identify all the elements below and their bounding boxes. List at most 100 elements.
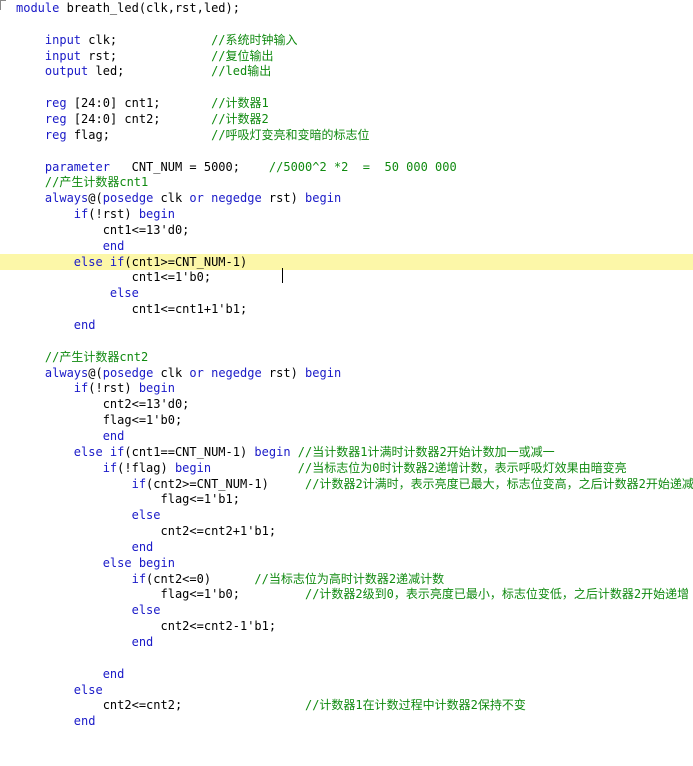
code-comment: //复位输出	[211, 48, 274, 63]
code-line[interactable]: end	[0, 238, 693, 254]
code-text: cnt2<=13'd0;	[16, 397, 190, 412]
code-line[interactable]: if(!rst) begin	[0, 380, 693, 396]
code-keyword: parameter	[44, 159, 110, 174]
code-line[interactable]: else	[0, 285, 693, 301]
code-line[interactable]: else	[0, 602, 693, 618]
code-keyword: module	[16, 1, 67, 15]
code-line[interactable]: if(cnt2>=CNT_NUM-1) //计数器2计满时，表示亮度已最大，标志…	[0, 476, 693, 492]
code-line[interactable]: cnt2<=cnt2; //计数器1在计数过程中计数器2保持不变	[0, 697, 693, 713]
code-keyword: reg	[44, 96, 67, 111]
code-comment: //计数器2	[211, 111, 269, 126]
code-line[interactable]: end	[0, 539, 693, 555]
code-line[interactable]: if(cnt2<=0) //当标志位为高时计数器2递减计数	[0, 571, 693, 587]
code-line[interactable]: else	[0, 682, 693, 698]
code-line[interactable]: end	[0, 666, 693, 682]
code-line[interactable]	[0, 79, 693, 95]
code-keyword: input	[44, 48, 82, 63]
code-text: rst)	[261, 191, 306, 206]
code-comment: //led输出	[211, 64, 272, 79]
code-line[interactable]: //产生计数器cnt2	[0, 349, 693, 365]
code-keyword: begin	[254, 444, 291, 459]
code-line[interactable]: input rst; //复位输出	[0, 48, 693, 64]
code-line[interactable]: flag<=1'b0;	[0, 412, 693, 428]
code-keyword: begin	[174, 460, 212, 475]
code-line[interactable]: end	[0, 634, 693, 650]
code-line[interactable]: cnt2<=13'd0;	[0, 396, 693, 412]
code-text: flag<=1'b0;	[16, 413, 183, 428]
code-text: clk	[153, 365, 190, 380]
code-keyword: begin	[138, 207, 175, 222]
code-text: @(	[88, 365, 103, 380]
code-text: cnt2<=cnt2-1'b1;	[16, 619, 277, 634]
code-line[interactable]: parameter CNT_NUM = 5000; //5000^2 *2 = …	[0, 159, 693, 175]
code-comment: //计数器2级到0，表示亮度已最小，标志位变低，之后计数器2开始递增	[304, 587, 690, 602]
code-keyword: if	[131, 476, 147, 491]
code-line[interactable]: if(!flag) begin //当标志位为0时计数器2递增计数，表示呼吸灯效…	[0, 460, 693, 476]
code-line[interactable]: cnt1<=13'd0;	[0, 222, 693, 238]
code-keyword: end	[102, 666, 125, 681]
code-line[interactable]: cnt1<=cnt1+1'b1;	[0, 301, 693, 317]
code-text: (!rst)	[88, 381, 139, 396]
code-line[interactable]: if(!rst) begin	[0, 206, 693, 222]
code-line[interactable]: else	[0, 507, 693, 523]
code-text: (cnt2<=0)	[146, 571, 255, 586]
code-text: cnt1<=cnt1+1'b1;	[16, 302, 248, 317]
code-keyword: if	[131, 571, 147, 586]
code-comment: //计数器2计满时，表示亮度已最大，标志位变高，之后计数器2开始递减	[305, 476, 693, 491]
code-keyword: end	[44, 318, 96, 332]
code-line[interactable]: cnt2<=cnt2+1'b1;	[0, 523, 693, 539]
code-keyword: reg	[44, 111, 67, 126]
code-line[interactable]: module breath_led(clk,rst,led);	[0, 0, 693, 16]
code-line[interactable]: flag<=1'b1;	[0, 491, 693, 507]
code-line[interactable]: reg [24:0] cnt2; //计数器2	[0, 111, 693, 127]
code-line[interactable]: always@(posedge clk or negedge rst) begi…	[0, 190, 693, 206]
code-text: flag<=1'b0;	[16, 587, 305, 602]
code-line[interactable]: input clk; //系统时钟输入	[0, 32, 693, 48]
code-line[interactable]: end	[0, 428, 693, 444]
code-line[interactable]: output led; //led输出	[0, 63, 693, 79]
code-line[interactable]: flag<=1'b0; //计数器2级到0，表示亮度已最小，标志位变低，之后计数…	[0, 586, 693, 602]
code-line[interactable]: cnt1<=1'b0;	[0, 269, 693, 285]
code-line[interactable]	[0, 333, 693, 349]
code-text: cnt2<=cnt2;	[16, 698, 305, 713]
code-text: cnt2<=cnt2+1'b1;	[16, 524, 277, 539]
code-line[interactable]: else if(cnt1==CNT_NUM-1) begin //当计数器1计满…	[0, 444, 693, 460]
code-line[interactable]: cnt2<=cnt2-1'b1;	[0, 618, 693, 634]
code-editor[interactable]: module breath_led(clk,rst,led); input cl…	[0, 0, 693, 766]
code-line[interactable]	[0, 650, 693, 666]
code-keyword: output	[44, 64, 89, 79]
code-line[interactable]: else begin	[0, 555, 693, 571]
code-line[interactable]	[0, 143, 693, 159]
code-line[interactable]: end	[0, 317, 693, 333]
code-line[interactable]: else if(cnt1>=CNT_NUM-1)	[0, 253, 693, 270]
code-line[interactable]: //产生计数器cnt1	[0, 174, 693, 190]
code-text: (!rst)	[88, 207, 139, 222]
code-keyword: else if	[73, 444, 125, 459]
code-comment: //5000^2 *2 = 50 000 000	[268, 159, 457, 174]
code-line[interactable]: end	[0, 713, 693, 729]
code-text: cnt1<=1'b0;	[16, 270, 212, 285]
code-line[interactable]: reg [24:0] cnt1; //计数器1	[0, 95, 693, 111]
code-keyword: always	[44, 191, 89, 206]
code-comment: //产生计数器cnt1	[44, 175, 149, 190]
code-text: clk;	[81, 32, 212, 47]
code-line[interactable]: reg flag; //呼吸灯变亮和变暗的标志位	[0, 127, 693, 143]
code-comment: //当计数器1计满时计数器2开始计数加一或减一	[297, 444, 555, 459]
code-line[interactable]: always@(posedge clk or negedge rst) begi…	[0, 365, 693, 381]
code-line[interactable]	[0, 16, 693, 32]
